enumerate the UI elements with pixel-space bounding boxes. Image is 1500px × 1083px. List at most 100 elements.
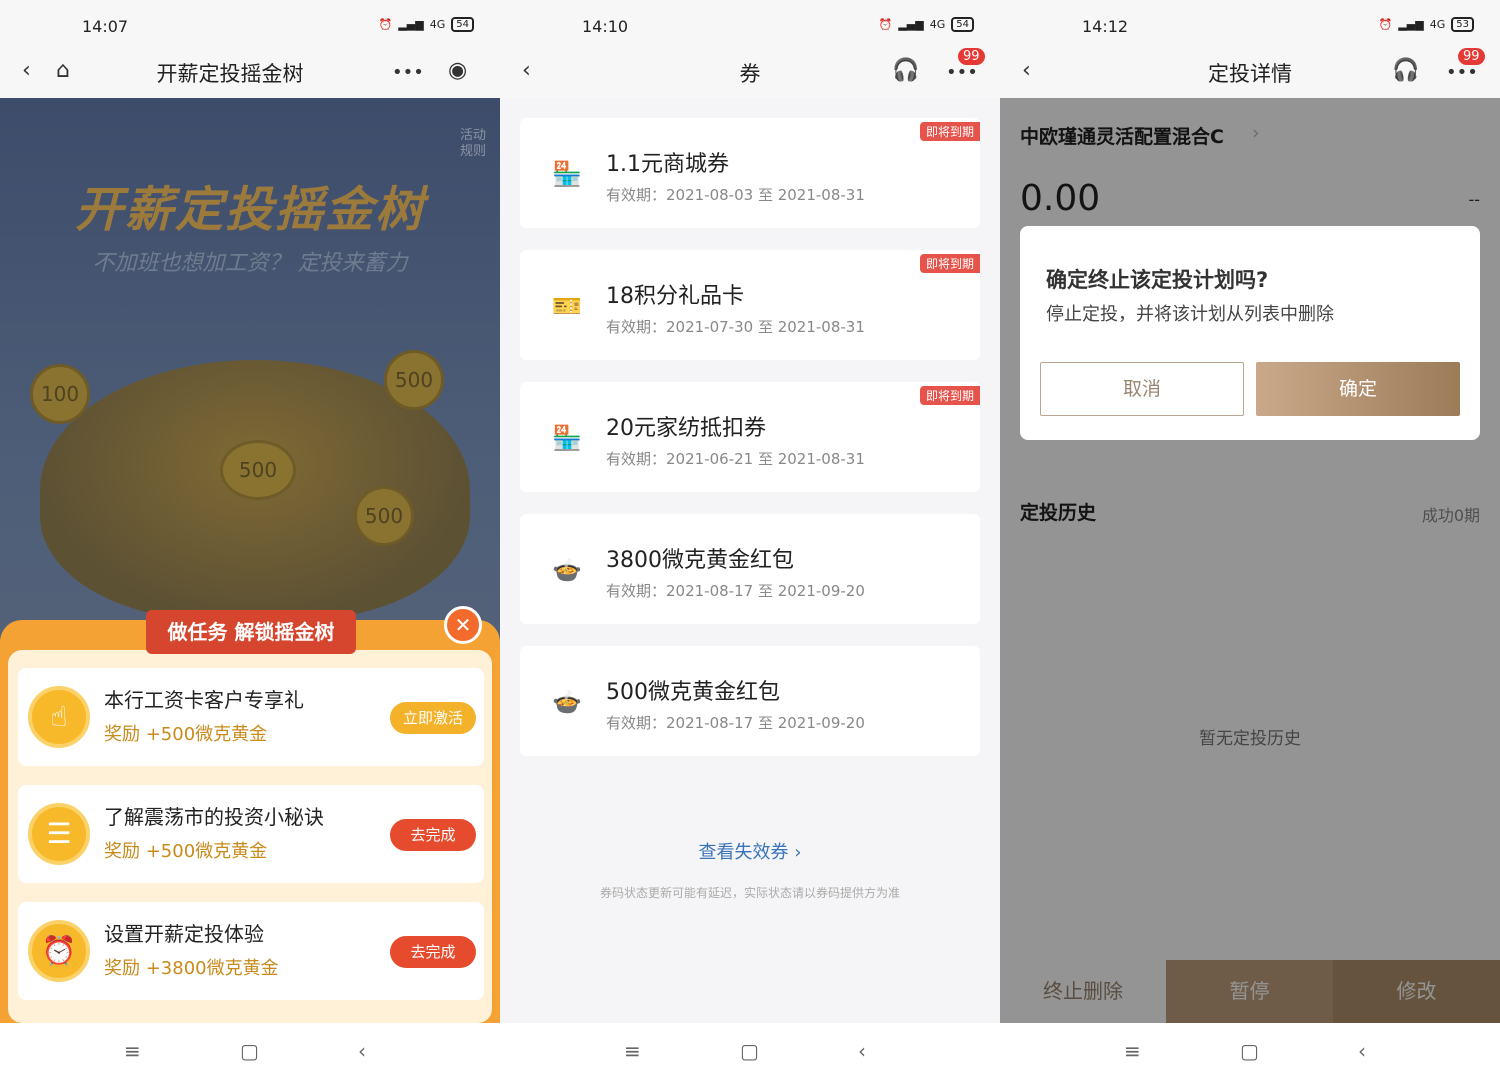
store-icon: 🏪 (552, 160, 582, 188)
coin-500: 500 (220, 440, 296, 500)
dialog-message: 停止定投，并将该计划从列表中删除 (1046, 304, 1334, 325)
gold-pot-icon: 🍲 (552, 688, 582, 716)
panel-coupons: 14:10 ⏰ ▂▄▆ 4G 54 ‹ 券 🎧 ••• 99 🏪 1.1元商城券… (500, 0, 1000, 1083)
task-reward: 奖励 +500微克黄金 (104, 724, 268, 745)
headset-icon[interactable]: 🎧 (1392, 58, 1419, 83)
system-nav-bar: ≡ ▢ ‹ (0, 1023, 500, 1083)
clock-icon: ⏰ (28, 920, 90, 982)
coupon-card[interactable]: 🍲 500微克黄金红包 有效期：2021-08-17 至 2021-09-20 (520, 646, 980, 756)
battery-icon: 54 (451, 17, 474, 32)
task-item: ⏰ 设置开薪定投体验 奖励 +3800微克黄金 去完成 (18, 902, 484, 1000)
cancel-button[interactable]: 取消 (1040, 362, 1244, 416)
battery-icon: 54 (951, 17, 974, 32)
close-icon[interactable]: ✕ (444, 606, 482, 644)
signal-icon: ▂▄▆ (1398, 18, 1424, 31)
home-square-icon[interactable]: ▢ (240, 1039, 259, 1063)
target-icon[interactable]: ◉ (448, 58, 467, 83)
gold-pot-icon: 🍲 (552, 556, 582, 584)
status-icons: ⏰ ▂▄▆ 4G 53 (1379, 17, 1474, 32)
headset-icon[interactable]: 🎧 (892, 58, 919, 83)
page-title: 定投详情 (1208, 62, 1292, 86)
confirm-button[interactable]: 确定 (1256, 362, 1460, 416)
home-square-icon[interactable]: ▢ (740, 1039, 759, 1063)
nav-bar: ‹ 定投详情 🎧 ••• 99 (1000, 48, 1500, 98)
confirm-dialog: 确定终止该定投计划吗? 停止定投，并将该计划从列表中删除 取消 确定 (1020, 226, 1480, 440)
status-time: 14:12 (1082, 17, 1129, 36)
more-icon[interactable]: ••• (1446, 62, 1478, 83)
view-invalid-coupons-link[interactable]: 查看失效券 › (500, 838, 1000, 864)
panel-plan-detail: 14:12 ⏰ ▂▄▆ 4G 53 ‹ 定投详情 🎧 ••• 99 中欧瑾通灵活… (1000, 0, 1500, 1083)
dialog-title: 确定终止该定投计划吗? (1046, 268, 1269, 292)
battery-icon: 53 (1451, 17, 1474, 32)
home-square-icon[interactable]: ▢ (1240, 1039, 1259, 1063)
status-bar: 14:10 ⏰ ▂▄▆ 4G 54 (500, 0, 1000, 52)
hand-icon: ☝ (28, 686, 90, 748)
page-title: 开薪定投摇金树 (156, 62, 304, 86)
coupon-validity: 有效期：2021-07-30 至 2021-08-31 (606, 318, 865, 336)
coupon-validity: 有效期：2021-08-03 至 2021-08-31 (606, 186, 865, 204)
task-name: 本行工资卡客户专享礼 (104, 688, 304, 712)
alarm-icon: ⏰ (878, 18, 893, 31)
status-time: 14:10 (582, 17, 629, 36)
banner-title: 开薪定投摇金树 (74, 182, 425, 238)
coin-500: 500 (354, 486, 414, 546)
network-label: 4G (929, 18, 946, 31)
signal-icon: ▂▄▆ (898, 18, 924, 31)
coupon-name: 20元家纺抵扣券 (606, 416, 766, 441)
system-nav-bar: ≡ ▢ ‹ (1000, 1023, 1500, 1083)
back-nav-icon[interactable]: ‹ (858, 1039, 866, 1063)
status-notice: 券码状态更新可能有延迟，实际状态请以券码提供方为准 (599, 886, 900, 900)
panel-gold-tree: 14:07 ⏰ ▂▄▆ 4G 54 ‹ ⌂ 开薪定投摇金树 ••• ◉ 活动规则… (0, 0, 500, 1083)
alarm-icon: ⏰ (1378, 18, 1393, 31)
coin-500: 500 (384, 350, 444, 410)
notification-badge: 99 (958, 48, 985, 65)
ticket-icon: 🎫 (552, 292, 582, 320)
system-nav-bar: ≡ ▢ ‹ (500, 1023, 1000, 1083)
coupon-card[interactable]: 🎫 18积分礼品卡 有效期：2021-07-30 至 2021-08-31 即将… (520, 250, 980, 360)
coupon-name: 500微克黄金红包 (606, 680, 780, 705)
coupon-card[interactable]: 🍲 3800微克黄金红包 有效期：2021-08-17 至 2021-09-20 (520, 514, 980, 624)
document-icon: ☰ (28, 803, 90, 865)
coin-100: 100 (30, 364, 90, 424)
status-bar: 14:07 ⏰ ▂▄▆ 4G 54 (0, 0, 500, 52)
coupon-card[interactable]: 🏪 1.1元商城券 有效期：2021-08-03 至 2021-08-31 即将… (520, 118, 980, 228)
more-icon[interactable]: ••• (946, 62, 978, 83)
status-icons: ⏰ ▂▄▆ 4G 54 (379, 17, 474, 32)
task-reward: 奖励 +3800微克黄金 (104, 958, 279, 979)
notification-badge: 99 (1458, 48, 1485, 65)
network-label: 4G (1429, 18, 1446, 31)
activate-button[interactable]: 立即激活 (390, 702, 476, 734)
task-item: ☰ 了解震荡市的投资小秘诀 奖励 +500微克黄金 去完成 (18, 785, 484, 883)
signal-icon: ▂▄▆ (398, 18, 424, 31)
coupon-validity: 有效期：2021-08-17 至 2021-09-20 (606, 582, 865, 600)
menu-icon[interactable]: ≡ (624, 1039, 641, 1063)
alarm-icon: ⏰ (378, 18, 393, 31)
complete-button[interactable]: 去完成 (390, 936, 476, 968)
back-nav-icon[interactable]: ‹ (358, 1039, 366, 1063)
menu-icon[interactable]: ≡ (124, 1039, 141, 1063)
more-icon[interactable]: ••• (392, 62, 424, 83)
task-reward: 奖励 +500微克黄金 (104, 841, 268, 862)
nav-bar: ‹ ⌂ 开薪定投摇金树 ••• ◉ (0, 52, 500, 98)
nav-bar: ‹ 券 🎧 ••• 99 (500, 48, 1000, 98)
task-ribbon: 做任务 解锁摇金树 (146, 610, 356, 654)
expiring-tag: 即将到期 (919, 386, 980, 405)
coupon-card[interactable]: 🏪 20元家纺抵扣券 有效期：2021-06-21 至 2021-08-31 即… (520, 382, 980, 492)
task-item: ☝ 本行工资卡客户专享礼 奖励 +500微克黄金 立即激活 (18, 668, 484, 766)
status-icons: ⏰ ▂▄▆ 4G 54 (879, 17, 974, 32)
menu-icon[interactable]: ≡ (1124, 1039, 1141, 1063)
coupon-name: 18积分礼品卡 (606, 284, 744, 309)
coupon-name: 1.1元商城券 (606, 152, 729, 177)
back-nav-icon[interactable]: ‹ (1358, 1039, 1366, 1063)
task-name: 设置开薪定投体验 (104, 922, 264, 946)
task-name: 了解震荡市的投资小秘诀 (104, 805, 324, 829)
status-time: 14:07 (82, 17, 129, 36)
complete-button[interactable]: 去完成 (390, 819, 476, 851)
coupon-validity: 有效期：2021-08-17 至 2021-09-20 (606, 714, 865, 732)
expiring-tag: 即将到期 (919, 254, 980, 273)
page-title: 券 (739, 62, 761, 86)
banner-subtitle: 不加班也想加工资？ 定投来蓄力 (92, 251, 408, 276)
rules-link[interactable]: 活动规则 (460, 128, 492, 160)
expiring-tag: 即将到期 (919, 122, 980, 141)
store-icon: 🏪 (552, 424, 582, 452)
